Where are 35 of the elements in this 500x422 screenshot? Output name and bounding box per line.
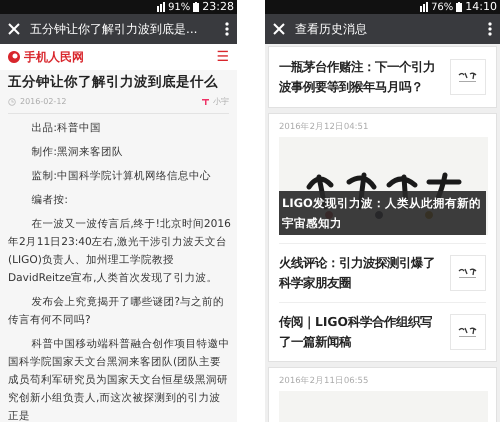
article-paragraph: 在一波又一波传言后,终于!北京时间2016年2月11日23:40左右,激光干涉引力波天文台(LIGO)负责人、加州理工学院教授DavidReitze宣布,人类首次发现了引力波。	[8, 217, 231, 286]
battery-percent: 91%	[168, 0, 190, 14]
site-logo: 手机人民网	[24, 49, 84, 66]
message-date: 2016年2月11日06:55	[279, 374, 370, 388]
battery-percent: 76%	[431, 0, 454, 14]
logo-icon	[8, 51, 20, 63]
author-icon	[202, 98, 209, 106]
article-paragraph: 科普中国移动端科普融合创作项目特邀中国科学院国家天文台黑洞来客团队(团队主要成员苟利军研究员为国家天文台恒星级黑洞研究创新小组负责人,而这次被探测到的引力波正是	[8, 337, 230, 422]
signal-icon	[157, 2, 166, 12]
battery-icon	[456, 2, 462, 12]
clock-icon	[8, 98, 16, 106]
page-title: 五分钟让你了解引力波到底是...	[30, 21, 198, 38]
article-paragraph: 编者按:	[30, 193, 69, 208]
article-paragraph: 发布会上究竟揭开了哪些谜团?与之前的传言有何不同吗?	[8, 295, 225, 328]
message-title: 传阅｜LIGO科学合作组织写了一篇新闻稿	[279, 314, 433, 351]
battery-icon	[193, 2, 200, 12]
more-icon[interactable]	[225, 22, 229, 36]
message-title: 火线评论：引力波探测引爆了科学家朋友圈	[279, 254, 436, 292]
more-icon[interactable]	[488, 22, 492, 36]
page-title: 查看历史消息	[295, 21, 368, 38]
article-paragraph: 制作:黑洞来客团队	[30, 145, 124, 160]
status-time: 23:28	[202, 0, 234, 15]
article-date: 2016-02-12	[20, 96, 66, 108]
status-time: 14:10	[465, 0, 497, 15]
close-icon[interactable]	[273, 23, 285, 35]
article-author: 小宇	[213, 96, 229, 108]
signal-icon	[420, 2, 428, 12]
article-title: 五分钟让你了解引力波到底是什么	[8, 74, 219, 90]
menu-button[interactable]: ☰	[216, 50, 229, 64]
message-title: 一瓶茅台作赌注：下一个引力波事例要等到猴年马月吗？	[279, 59, 436, 96]
article-paragraph: 监制:中国科学院计算机网络信息中心	[30, 169, 212, 184]
message-date: 2016年2月12日04:51	[279, 121, 370, 134]
close-icon[interactable]	[8, 23, 20, 35]
cover-title: LIGO发现引力波：人类从此拥有新的宇宙感知力	[279, 190, 486, 235]
article-paragraph: 出品:科普中国	[30, 121, 102, 136]
